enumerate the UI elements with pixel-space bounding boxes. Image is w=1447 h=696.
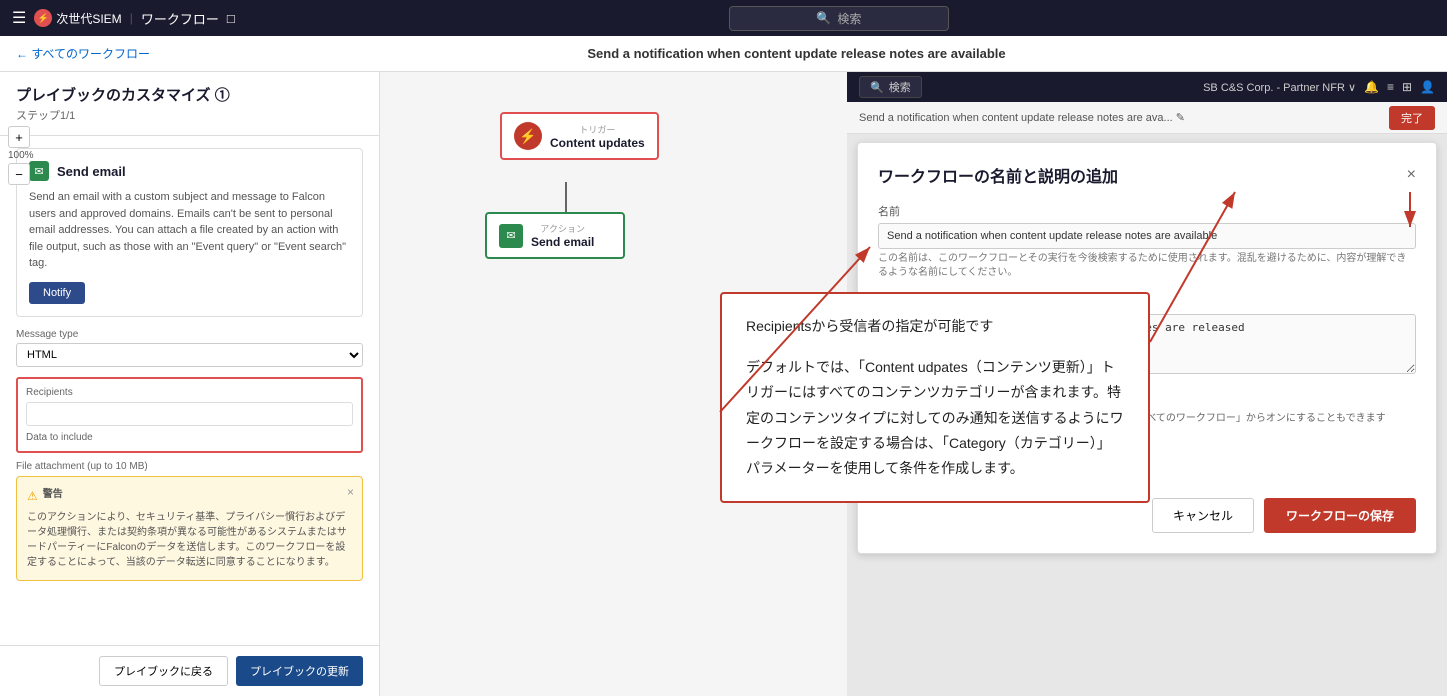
list-icon[interactable]: ≡: [1387, 80, 1394, 94]
recipients-box: Recipients Data to include: [16, 377, 363, 453]
right-sub-header: Send a notification when content update …: [847, 102, 1447, 134]
dialog-header: ワークフローの名前と説明の追加 ×: [878, 163, 1416, 187]
right-search-icon: 🔍: [870, 81, 884, 94]
playbook-step: ステップ1/1: [16, 107, 363, 123]
recipients-label: Recipients: [26, 387, 353, 398]
user-icon[interactable]: 👤: [1420, 80, 1435, 94]
action-icon: ✉: [499, 224, 523, 248]
name-label: 名前: [878, 203, 1416, 219]
name-desc: この名前は、このワークフローとその実行を今後検索するために使用されます。混乱を避…: [878, 252, 1416, 280]
dialog-buttons: キャンセル ワークフローの保存: [878, 498, 1416, 533]
message-type-select[interactable]: HTML: [16, 343, 363, 367]
right-sub-title: Send a notification when content update …: [859, 111, 1381, 124]
callout-box: Recipientsから受信者の指定が可能です デフォルトでは、「Content…: [720, 292, 1150, 503]
save-button[interactable]: ワークフローの保存: [1264, 498, 1416, 533]
callout-line2: デフォルトでは、「Content udpates（コンテンツ更新）」トリガーには…: [746, 355, 1124, 481]
send-email-card: ✉ Send email Send an email with a custom…: [16, 148, 363, 317]
left-panel-content: ✉ Send email Send an email with a custom…: [0, 136, 379, 645]
name-input[interactable]: [878, 223, 1416, 249]
send-email-desc: Send an email with a custom subject and …: [29, 189, 350, 272]
message-type-section: Message type HTML: [16, 329, 363, 367]
trigger-node[interactable]: ⚡ トリガー Content updates: [500, 112, 659, 160]
zoom-out-button[interactable]: −: [8, 163, 30, 185]
dialog-title: ワークフローの名前と説明の追加: [878, 163, 1118, 187]
name-field: 名前 この名前は、このワークフローとその実行を今後検索するために使用されます。混…: [878, 203, 1416, 280]
bell-icon[interactable]: 🔔: [1364, 80, 1379, 94]
warning-text: このアクションにより、セキュリティ基準、プライバシー慣行およびデータ処理慣行、ま…: [27, 510, 352, 570]
left-panel-bottom: プレイブックに戻る プレイブックの更新: [0, 645, 379, 696]
grid-icon[interactable]: ⊞: [1402, 80, 1412, 94]
trigger-icon: ⚡: [514, 122, 542, 150]
org-label: SB C&S Corp. - Partner NFR ∨ 🔔 ≡ ⊞ 👤: [1203, 80, 1435, 94]
warning-icon: ⚠: [27, 487, 38, 505]
action-name: Send email: [531, 235, 594, 249]
dialog-close-button[interactable]: ×: [1407, 166, 1416, 184]
back-button[interactable]: プレイブックに戻る: [99, 656, 228, 686]
warning-box: × ⚠ 警告 このアクションにより、セキュリティ基準、プライバシー慣行およびデー…: [16, 476, 363, 581]
zoom-controls: + 100% −: [8, 126, 34, 185]
top-nav: ☰ ⚡ 次世代SIEM | ワークフロー □ 🔍 検索: [0, 0, 1447, 36]
playbook-header: プレイブックのカスタマイズ ① ステップ1/1: [0, 72, 379, 136]
kanryo-button[interactable]: 完了: [1389, 106, 1435, 130]
nav-separator: |: [130, 11, 133, 25]
back-link[interactable]: ← すべてのワークフロー: [16, 45, 150, 62]
sub-header: ← すべてのワークフロー Send a notification when co…: [0, 36, 1447, 72]
search-icon: 🔍: [816, 11, 831, 25]
zoom-in-button[interactable]: +: [8, 126, 30, 148]
trigger-type: トリガー: [550, 123, 645, 136]
update-button[interactable]: プレイブックの更新: [236, 656, 363, 686]
send-email-title: Send email: [57, 164, 126, 179]
nav-icon: □: [227, 11, 235, 26]
file-attach-label: File attachment (up to 10 MB): [16, 461, 363, 472]
action-type: アクション: [531, 222, 594, 235]
playbook-title: プレイブックのカスタマイズ ①: [16, 84, 363, 105]
workflow-canvas: ⚡ トリガー Content updates ✉ アクション Send emai…: [380, 72, 1447, 696]
nav-logo: ⚡ 次世代SIEM: [34, 9, 121, 27]
callout-line1: Recipientsから受信者の指定が可能です: [746, 314, 1124, 339]
notify-button[interactable]: Notify: [29, 282, 85, 304]
hamburger-icon[interactable]: ☰: [12, 8, 26, 28]
left-panel: + 100% − プレイブックのカスタマイズ ① ステップ1/1 ✉ Send …: [0, 72, 380, 696]
file-attach-section: File attachment (up to 10 MB) × ⚠ 警告 このア…: [16, 461, 363, 581]
recipients-input[interactable]: [26, 402, 353, 426]
page-title: Send a notification when content update …: [162, 46, 1431, 61]
warning-close-button[interactable]: ×: [347, 483, 354, 501]
warning-title: 警告: [43, 487, 63, 502]
search-input[interactable]: 🔍 検索: [729, 6, 949, 31]
nav-section: ワークフロー: [141, 9, 219, 28]
trigger-name: Content updates: [550, 136, 645, 150]
zoom-level: 100%: [8, 150, 34, 161]
message-type-label: Message type: [16, 329, 363, 340]
action-node[interactable]: ✉ アクション Send email: [485, 212, 625, 259]
cancel-button[interactable]: キャンセル: [1152, 498, 1254, 533]
right-mini-header: 🔍 検索 SB C&S Corp. - Partner NFR ∨ 🔔 ≡ ⊞ …: [847, 72, 1447, 102]
right-search-input[interactable]: 🔍 検索: [859, 76, 922, 98]
data-include-label: Data to include: [26, 432, 353, 443]
